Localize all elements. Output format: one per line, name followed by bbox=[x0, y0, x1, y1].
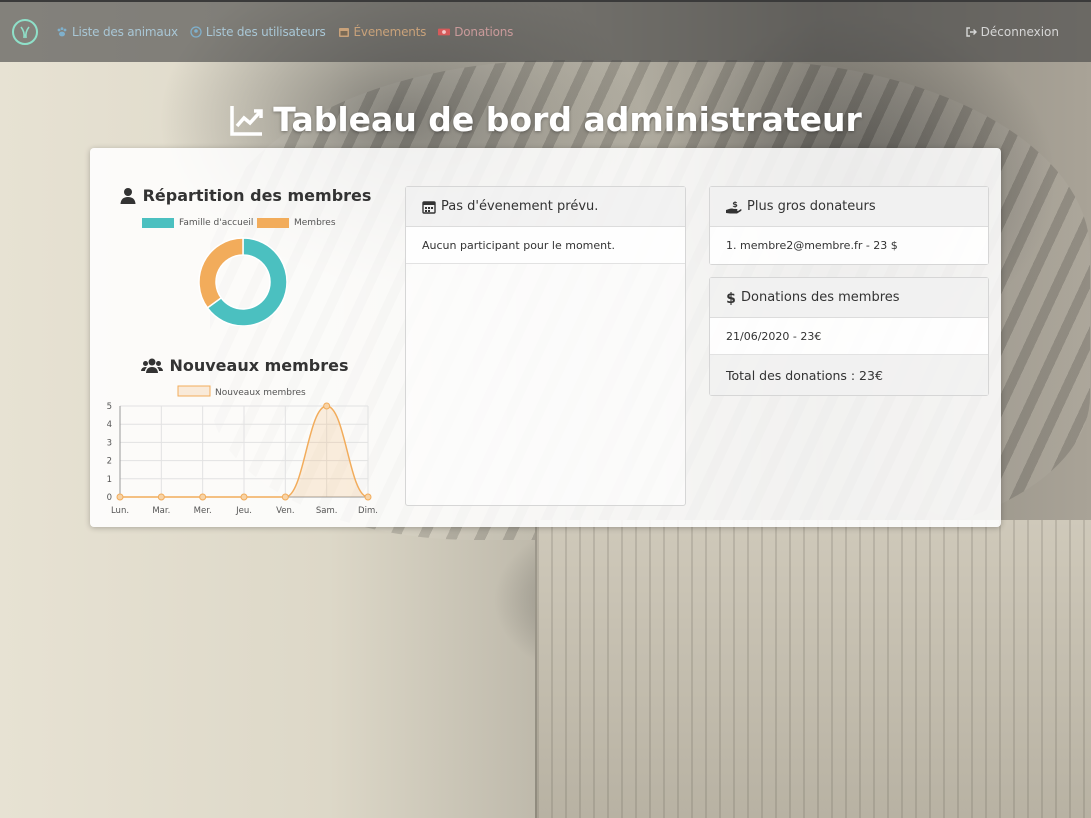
legend-label: Famille d'accueil bbox=[179, 218, 254, 228]
y-tick-label: 5 bbox=[107, 402, 112, 412]
navbar: Liste des animaux Liste des utilisateurs… bbox=[0, 0, 1091, 62]
svg-text:$: $ bbox=[726, 291, 736, 305]
data-point-Ven[interactable] bbox=[281, 493, 289, 501]
x-tick-label: Mer. bbox=[194, 506, 212, 516]
events-panel-row: Aucun participant pour le moment. bbox=[406, 227, 685, 264]
new-members-label: Nouveaux membres bbox=[169, 356, 349, 375]
top-donor-row: 1. membre2@membre.fr - 23 $ bbox=[710, 227, 988, 264]
nav-item-animals-label: Liste des animaux bbox=[72, 25, 178, 39]
events-panel-title: Pas d'évenement prévu. bbox=[441, 199, 599, 214]
y-tick-label: 3 bbox=[107, 438, 112, 448]
user-circle-icon bbox=[190, 26, 202, 38]
member-donations-header: $ Donations des membres bbox=[710, 278, 988, 318]
pie-legend-item-members[interactable]: Membres bbox=[257, 218, 336, 228]
top-donors-panel: $ Plus gros donateurs 1. membre2@membre.… bbox=[709, 186, 989, 265]
data-point-Mar[interactable] bbox=[157, 493, 165, 501]
calendar-icon bbox=[338, 28, 349, 37]
nav-item-users[interactable]: Liste des utilisateurs bbox=[190, 25, 326, 39]
y-tick-label: 2 bbox=[107, 457, 112, 467]
paw-icon bbox=[57, 27, 67, 37]
x-tick-label: Lun. bbox=[111, 506, 129, 516]
logout-label: Déconnexion bbox=[980, 25, 1059, 39]
donations-total-text: Total des donations : 23€ bbox=[726, 367, 883, 383]
top-donor-text: 1. membre2@membre.fr - 23 $ bbox=[726, 239, 898, 252]
logo-icon bbox=[20, 26, 30, 39]
top-donors-header: $ Plus gros donateurs bbox=[710, 187, 988, 227]
y-tick-label: 4 bbox=[107, 420, 112, 430]
dollar-icon: $ bbox=[726, 291, 736, 305]
y-tick-label: 1 bbox=[107, 475, 112, 485]
top-donors-title: Plus gros donateurs bbox=[747, 199, 876, 214]
line-chart-icon bbox=[230, 105, 263, 136]
x-tick-label: Ven. bbox=[276, 506, 294, 516]
logout-link[interactable]: Déconnexion bbox=[965, 25, 1059, 39]
brand-logo[interactable] bbox=[12, 19, 38, 45]
nav-item-donations[interactable]: Donations bbox=[438, 25, 513, 39]
pie-slice-members[interactable] bbox=[198, 237, 244, 309]
nav-item-users-label: Liste des utilisateurs bbox=[205, 25, 326, 39]
x-tick-label: Jeu. bbox=[235, 506, 252, 516]
members-distribution-label: Répartition des membres bbox=[142, 186, 372, 205]
events-panel: Pas d'évenement prévu. Aucun participant… bbox=[405, 186, 686, 506]
members-doughnut-chart bbox=[198, 237, 288, 326]
data-point-Jeu[interactable] bbox=[240, 493, 248, 501]
money-icon bbox=[438, 28, 451, 36]
legend-label: Membres bbox=[294, 218, 336, 228]
nav-item-animals[interactable]: Liste des animaux bbox=[56, 25, 178, 39]
donations-total: Total des donations : 23€ bbox=[710, 355, 988, 395]
donation-row: 21/06/2020 - 23€ bbox=[710, 318, 988, 355]
legend-swatch bbox=[177, 385, 211, 397]
x-tick-label: Mar. bbox=[152, 506, 170, 516]
nav-item-events[interactable]: Évenements bbox=[338, 25, 427, 39]
pie-legend-item-foster[interactable]: Famille d'accueil bbox=[142, 218, 253, 228]
legend-swatch bbox=[257, 218, 289, 228]
nav-item-donations-label: Donations bbox=[454, 25, 514, 39]
x-tick-label: Dim. bbox=[358, 506, 378, 516]
new-members-title: Nouveaux membres bbox=[100, 356, 390, 375]
members-distribution-title: Répartition des membres bbox=[100, 186, 390, 205]
new-members-line-chart: Nouveaux membres 0 1 2 3 4 5 Lun. Mar. Mer. Jeu. Ve… bbox=[107, 385, 378, 516]
events-panel-header: Pas d'évenement prévu. bbox=[406, 187, 685, 227]
y-tick-label: 0 bbox=[107, 493, 112, 503]
data-point-Sam[interactable] bbox=[323, 402, 331, 410]
sign-out-icon bbox=[965, 27, 977, 37]
page-title: Tableau de bord administrateur bbox=[0, 100, 1091, 139]
calendar-icon bbox=[422, 200, 436, 214]
member-donations-panel: $ Donations des membres 21/06/2020 - 23€… bbox=[709, 277, 989, 396]
x-tick-label: Sam. bbox=[316, 506, 338, 516]
data-point-Lun[interactable] bbox=[116, 493, 124, 501]
nav-item-events-label: Évenements bbox=[353, 25, 427, 39]
legend-label: Nouveaux membres bbox=[215, 388, 306, 398]
data-point-Mer[interactable] bbox=[199, 493, 207, 501]
background-wood bbox=[535, 520, 1091, 818]
events-row-text: Aucun participant pour le moment. bbox=[422, 238, 615, 252]
donation-row-text: 21/06/2020 - 23€ bbox=[726, 329, 822, 343]
page-title-text: Tableau de bord administrateur bbox=[273, 100, 862, 139]
data-point-Dim[interactable] bbox=[364, 493, 372, 501]
users-icon bbox=[141, 358, 164, 373]
dashboard-card: Répartition des membres Famille d'accuei… bbox=[90, 148, 1001, 527]
legend-swatch bbox=[142, 218, 174, 228]
line-legend-item[interactable]: Nouveaux membres bbox=[177, 385, 306, 398]
member-donations-title: Donations des membres bbox=[741, 290, 900, 305]
hand-holding-usd-icon: $ bbox=[726, 200, 742, 213]
user-icon bbox=[120, 187, 136, 204]
svg-text:$: $ bbox=[732, 200, 738, 209]
